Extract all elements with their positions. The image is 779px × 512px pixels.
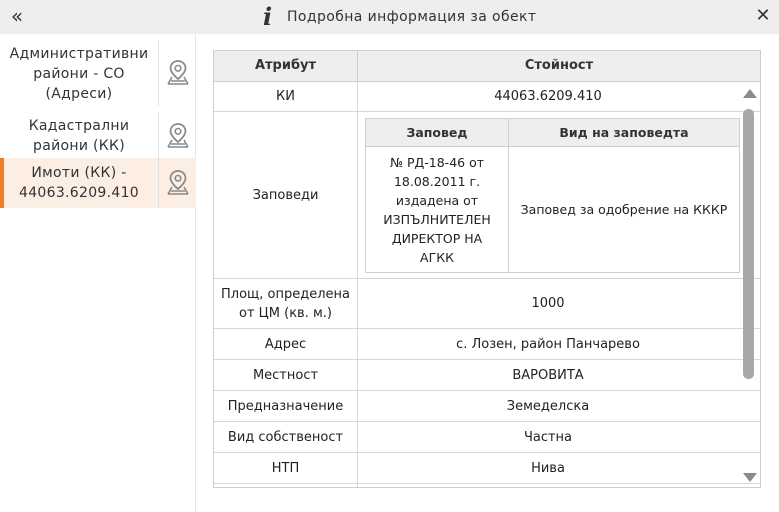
map-pin-icon[interactable] (158, 158, 196, 208)
orders-subtable: Заповед Вид на заповедта № РД-18-46 от 1… (365, 118, 740, 273)
table-row: Вид собственост Частна (214, 422, 760, 453)
column-header-value: Стойност (524, 58, 594, 73)
panel-title: Подробна информация за обект (287, 9, 537, 25)
column-header-order-type: Вид на заповедта (559, 125, 689, 140)
table-row: Адрес с. Лозен, район Панчарево (214, 329, 760, 360)
map-pin-icon[interactable] (158, 112, 196, 160)
row-value: 44063.6209.410 (494, 89, 602, 104)
attribute-table[interactable]: Атрибут Стойност КИ 44063.6209.410 Запов… (213, 50, 761, 488)
subtable-header: Заповед Вид на заповедта (366, 119, 739, 147)
table-row: Местност ВАРОВИТА (214, 360, 760, 391)
row-value: 1000 (531, 296, 565, 311)
panel-header: i Подробна информация за обект (263, 4, 536, 30)
sidebar-item-label: Имоти (КК) - 44063.6209.410 (19, 165, 139, 201)
scroll-down-arrow-icon[interactable] (743, 473, 757, 482)
row-attribute: Адрес (214, 329, 358, 359)
row-value: Частна (523, 429, 573, 445)
table-row: КИ 44063.6209.410 (214, 82, 760, 112)
column-header-order: Заповед (366, 119, 509, 146)
order-text: № РД-18-46 от 18.08.2011 г. издадена от … (366, 147, 509, 272)
collapse-panel-button[interactable]: « (6, 3, 28, 29)
row-value: Земеделска (506, 398, 590, 414)
subtable-row: № РД-18-46 от 18.08.2011 г. издадена от … (366, 147, 739, 272)
row-attribute: КИ (214, 82, 358, 111)
row-attribute: Заповеди (214, 112, 358, 278)
sidebar-item-label: Кадастрални райони (КК) (28, 118, 130, 154)
info-icon: i (263, 2, 273, 31)
title-bar: « i Подробна информация за обект ✕ (0, 0, 779, 34)
sidebar-item-label: Административни райони - СО (Адреси) (9, 46, 149, 102)
scroll-thumb[interactable] (743, 109, 754, 379)
table-header: Атрибут Стойност (214, 51, 760, 82)
sidebar-item-cadastral-districts[interactable]: Кадастрални райони (КК) (0, 112, 196, 160)
table-row: Предназначение Земеделска (214, 391, 760, 422)
scroll-up-arrow-icon[interactable] (743, 89, 757, 98)
close-icon: ✕ (755, 5, 771, 26)
table-scrollbar[interactable] (740, 83, 758, 487)
close-button[interactable]: ✕ (753, 4, 773, 28)
layer-sidebar: Административни райони - СО (Адреси) Кад… (0, 34, 196, 512)
row-attribute: Предназначение (214, 391, 358, 421)
row-value: с. Лозен, район Панчарево (456, 336, 640, 352)
row-value: Нива (531, 460, 565, 476)
row-attribute: Местност (214, 360, 358, 390)
table-row: Площ, определена от ЦМ (кв. м.) 1000 (214, 279, 760, 329)
sidebar-item-properties[interactable]: Имоти (КК) - 44063.6209.410 (0, 158, 196, 208)
map-pin-icon[interactable] (158, 40, 196, 106)
table-row: НТП Нива (214, 453, 760, 484)
double-chevron-left-icon: « (10, 4, 24, 28)
row-attribute: Вид собственост (214, 422, 358, 452)
column-header-attribute: Атрибут (214, 51, 358, 81)
row-attribute-partial (214, 484, 358, 487)
row-attribute: НТП (214, 453, 358, 483)
sidebar-item-admin-districts[interactable]: Административни райони - СО (Адреси) (0, 40, 196, 106)
row-value: ВАРОВИТА (512, 367, 584, 383)
order-type: Заповед за одобрение на КККР (520, 202, 728, 217)
row-attribute: Площ, определена от ЦМ (кв. м.) (214, 279, 358, 328)
table-row-partial (214, 484, 760, 487)
